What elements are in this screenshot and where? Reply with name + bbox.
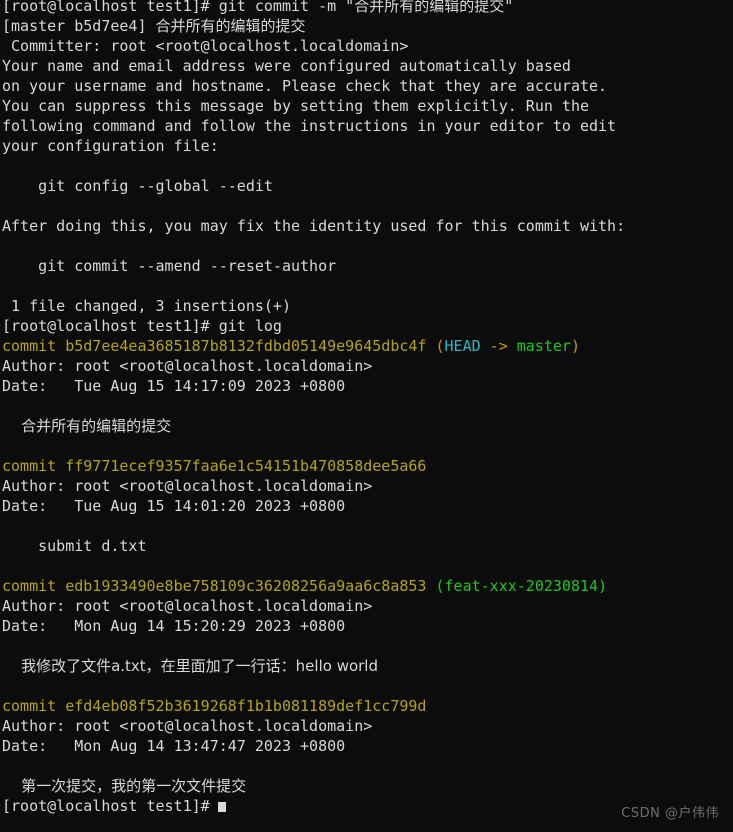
warning-text-2: on your username and hostname. Please ch… xyxy=(2,77,608,95)
after-doing-text: After doing this, you may fix the identi… xyxy=(2,217,626,235)
commit-hash-sep xyxy=(56,697,65,715)
suggested-command-git-amend: git commit --amend --reset-author xyxy=(2,256,731,276)
committer-text: Committer: root <root@localhost.localdom… xyxy=(2,37,409,55)
commit-result-text: [master b5d7ee4] 合并所有的编辑的提交 xyxy=(2,17,306,35)
commit-hash-sep xyxy=(56,337,65,355)
commit-header-row: commit b5d7ee4ea3685187b8132fdbd05149e96… xyxy=(2,336,731,356)
commit-date-row: Date: Tue Aug 15 14:17:09 2023 +0800 xyxy=(2,376,731,396)
refs-close-paren: ) xyxy=(598,577,608,595)
diff-stat-line: 1 file changed, 3 insertions(+) xyxy=(2,296,731,316)
commit-author-text: Author: root <root@localhost.localdomain… xyxy=(2,597,373,615)
warning-line-5: your configuration file: xyxy=(2,136,731,156)
terminal-window[interactable]: 第一次提交，我的第一次文件提交 [root@localhost test1]# … xyxy=(0,0,733,832)
text-cursor xyxy=(217,802,226,812)
commit-header-row: commit edb1933490e8be758109c36208256a9aa… xyxy=(2,576,731,596)
branch-ref: master xyxy=(516,337,571,355)
commit-date-text: Date: Tue Aug 15 14:01:20 2023 +0800 xyxy=(2,497,346,515)
warning-text-1: Your name and email address were configu… xyxy=(2,57,571,75)
commit-date-text: Date: Mon Aug 14 13:47:47 2023 +0800 xyxy=(2,737,346,755)
commit-label: commit xyxy=(2,577,57,595)
commit-author-row: Author: root <root@localhost.localdomain… xyxy=(2,596,731,616)
commit-message-row: 第一次提交，我的第一次文件提交 xyxy=(2,776,731,796)
commit-message-text: 合并所有的编辑的提交 xyxy=(2,417,172,435)
refs-open-paren: ( xyxy=(435,337,445,355)
commit-label: commit xyxy=(2,337,57,355)
suggested-amend-text: git commit --amend --reset-author xyxy=(2,257,337,275)
commit-author-text: Author: root <root@localhost.localdomain… xyxy=(2,717,373,735)
commit-author-text: Author: root <root@localhost.localdomain… xyxy=(2,477,373,495)
commit-date-text: Date: Tue Aug 15 14:17:09 2023 +0800 xyxy=(2,377,346,395)
prompt-line-git-log: [root@localhost test1]# git log xyxy=(2,316,731,336)
warning-line-2: on your username and hostname. Please ch… xyxy=(2,76,731,96)
commit-header-row: commit ff9771ecef9357faa6e1c54151b470858… xyxy=(2,456,731,476)
final-prompt-text: [root@localhost test1]# xyxy=(2,797,210,815)
warning-text-5: your configuration file: xyxy=(2,137,219,155)
commit-date-row: Date: Mon Aug 14 13:47:47 2023 +0800 xyxy=(2,736,731,756)
commit-hash-sep xyxy=(56,577,65,595)
warning-line-3: You can suppress this message by setting… xyxy=(2,96,731,116)
commit-date-row: Date: Mon Aug 14 15:20:29 2023 +0800 xyxy=(2,616,731,636)
commit-message-text: 第一次提交，我的第一次文件提交 xyxy=(2,777,247,795)
commit-author-text: Author: root <root@localhost.localdomain… xyxy=(2,357,373,375)
warning-text-3: You can suppress this message by setting… xyxy=(2,97,589,115)
commit-hash: edb1933490e8be758109c36208256a9aa6c8a853 xyxy=(65,577,427,595)
commit-message-row: submit d.txt xyxy=(2,536,731,556)
suggested-command-git-config: git config --global --edit xyxy=(2,176,731,196)
warning-line-1: Your name and email address were configu… xyxy=(2,56,731,76)
commit-message-row: 合并所有的编辑的提交 xyxy=(2,416,731,436)
commit-header-row: commit efd4eb08f52b3619268f1b1b081189def… xyxy=(2,696,731,716)
suggested-command-text: git config --global --edit xyxy=(2,177,273,195)
commit-hash: b5d7ee4ea3685187b8132fdbd05149e9645dbc4f xyxy=(65,337,427,355)
commit-hash-sep xyxy=(56,457,65,475)
prompt-line-git-commit: [root@localhost test1]# git commit -m "合… xyxy=(2,0,731,16)
commit-label: commit xyxy=(2,697,57,715)
csdn-watermark: CSDN @户伟伟 xyxy=(621,806,719,821)
branch-ref: feat-xxx-20230814 xyxy=(444,577,599,595)
commit-result-line: [master b5d7ee4] 合并所有的编辑的提交 xyxy=(2,16,731,36)
refs-close-paren: ) xyxy=(570,337,580,355)
after-doing-line: After doing this, you may fix the identi… xyxy=(2,216,731,236)
commit-message-row: 我修改了文件a.txt，在里面加了一行话：hello world xyxy=(2,656,731,676)
commit-author-row: Author: root <root@localhost.localdomain… xyxy=(2,356,731,376)
commit-message-text: 我修改了文件a.txt，在里面加了一行话：hello world xyxy=(2,657,378,675)
commit-hash: ff9771ecef9357faa6e1c54151b470858dee5a66 xyxy=(65,457,427,475)
diff-stat-text: 1 file changed, 3 insertions(+) xyxy=(2,297,291,315)
ref-arrow: -> xyxy=(480,337,517,355)
commit-date-row: Date: Tue Aug 15 14:01:20 2023 +0800 xyxy=(2,496,731,516)
committer-line: Committer: root <root@localhost.localdom… xyxy=(2,36,731,56)
commit-hash: efd4eb08f52b3619268f1b1b081189def1cc799d xyxy=(65,697,427,715)
commit-date-text: Date: Mon Aug 14 15:20:29 2023 +0800 xyxy=(2,617,346,635)
commit-label: commit xyxy=(2,457,57,475)
warning-line-4: following command and follow the instruc… xyxy=(2,116,731,136)
refs-open-paren: ( xyxy=(435,577,445,595)
command-text: [root@localhost test1]# git commit -m "合… xyxy=(2,0,514,15)
head-ref: HEAD xyxy=(444,337,481,355)
commit-author-row: Author: root <root@localhost.localdomain… xyxy=(2,716,731,736)
commit-message-text: submit d.txt xyxy=(2,537,147,555)
commit-author-row: Author: root <root@localhost.localdomain… xyxy=(2,476,731,496)
warning-text-4: following command and follow the instruc… xyxy=(2,117,617,135)
git-log-command-text: [root@localhost test1]# git log xyxy=(2,317,282,335)
